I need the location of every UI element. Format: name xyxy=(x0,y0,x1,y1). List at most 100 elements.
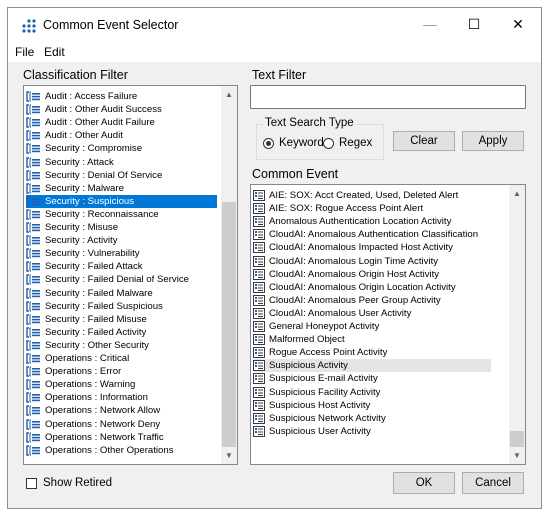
classification-item[interactable]: Security : Failed Denial of Service xyxy=(26,273,217,286)
common-event-item[interactable]: Suspicious Facility Activity xyxy=(253,386,491,399)
common-event-list[interactable]: ▲ ▼ AIE: SOX: Acct Created, Used, Delete… xyxy=(250,184,526,465)
classification-tree-icon xyxy=(26,353,40,364)
classification-item[interactable]: Operations : Warning xyxy=(26,378,217,391)
classification-item[interactable]: Operations : Network Allow xyxy=(26,404,217,417)
classification-item[interactable]: Operations : Error xyxy=(26,365,217,378)
classification-item-label: Security : Failed Malware xyxy=(45,287,153,299)
common-event-item[interactable]: CloudAI: Anomalous Impacted Host Activit… xyxy=(253,241,491,254)
classification-filter-list[interactable]: ▲ ▼ Audit : Access Failure Audit : Other … xyxy=(23,85,238,465)
classification-item-label: Security : Failed Activity xyxy=(45,326,147,338)
classification-item-label: Audit : Access Failure xyxy=(45,91,138,102)
classification-item[interactable]: Security : Reconnaissance xyxy=(26,208,217,221)
classification-item[interactable]: Security : Failed Activity xyxy=(26,326,217,339)
text-search-type-group: Text Search Type Keyword Regex xyxy=(256,117,384,160)
close-button[interactable]: ✕ xyxy=(496,8,540,40)
common-event-item[interactable]: Rogue Access Point Activity xyxy=(253,346,491,359)
classification-item[interactable]: Security : Failed Suspicious xyxy=(26,300,217,313)
regex-radio[interactable]: Regex xyxy=(323,137,372,149)
common-event-label: Common Event xyxy=(252,167,339,181)
classification-item-label: Security : Vulnerability xyxy=(45,248,140,260)
classification-item[interactable]: Security : Compromise xyxy=(26,142,217,155)
common-event-item[interactable]: AIE: SOX: Rogue Access Point Alert xyxy=(253,202,491,215)
common-event-item[interactable]: CloudAI: Anomalous Authentication Classi… xyxy=(253,228,491,241)
classification-item[interactable]: Security : Denial Of Service xyxy=(26,169,217,182)
clear-button[interactable]: Clear xyxy=(393,131,455,151)
classification-item[interactable]: Security : Malware xyxy=(26,182,217,195)
cancel-button[interactable]: Cancel xyxy=(462,472,524,494)
common-event-item[interactable]: Suspicious Activity xyxy=(253,359,491,373)
common-event-item-label: Suspicious Activity xyxy=(269,360,348,372)
scroll-down-icon[interactable]: ▼ xyxy=(221,447,237,464)
classification-item-label: Security : Denial Of Service xyxy=(45,169,163,181)
classification-tree-icon xyxy=(26,261,40,272)
scroll-up-icon[interactable]: ▲ xyxy=(221,86,237,103)
event-document-icon xyxy=(253,425,265,437)
event-document-icon xyxy=(253,360,265,372)
common-event-item[interactable]: Suspicious User Activity xyxy=(253,425,491,438)
classification-item[interactable]: Audit : Other Audit Failure xyxy=(26,116,217,129)
common-event-item[interactable]: CloudAI: Anomalous Origin Host Activity xyxy=(253,268,491,281)
scroll-thumb[interactable] xyxy=(510,431,524,447)
classification-item[interactable]: Operations : Network Traffic xyxy=(26,431,217,444)
scroll-up-icon[interactable]: ▲ xyxy=(509,185,525,202)
classification-item[interactable]: Security : Failed Attack xyxy=(26,260,217,273)
common-event-item[interactable]: CloudAI: Anomalous Peer Group Activity xyxy=(253,294,491,307)
common-event-item-label: Suspicious User Activity xyxy=(269,425,371,437)
classification-item-label: Security : Attack xyxy=(45,156,114,168)
classification-item[interactable]: Security : Other Security xyxy=(26,339,217,352)
common-event-item-label: Suspicious Network Activity xyxy=(269,412,386,424)
scroll-thumb[interactable] xyxy=(222,202,236,447)
scroll-down-icon[interactable]: ▼ xyxy=(509,447,525,464)
show-retired-checkbox[interactable]: Show Retired xyxy=(26,477,112,489)
common-event-item[interactable]: Suspicious Network Activity xyxy=(253,412,491,425)
common-event-item[interactable]: Malformed Object xyxy=(253,333,491,346)
keyword-radio[interactable]: Keyword xyxy=(263,137,324,149)
common-event-item[interactable]: Suspicious E-mail Activity xyxy=(253,372,491,385)
classification-item[interactable]: Operations : Other Operations xyxy=(26,444,217,457)
menu-edit[interactable]: Edit xyxy=(44,45,65,59)
classification-item[interactable]: Security : Suspicious xyxy=(26,194,217,208)
common-event-item[interactable]: CloudAI: Anomalous Origin Location Activ… xyxy=(253,281,491,294)
common-event-item-label: Suspicious Host Activity xyxy=(269,399,371,411)
classification-item[interactable]: Operations : Information xyxy=(26,391,217,404)
event-document-icon xyxy=(253,321,265,332)
regex-radio-label: Regex xyxy=(339,137,373,149)
classification-item[interactable]: Audit : Other Audit xyxy=(26,129,217,142)
common-event-item[interactable]: Suspicious Host Activity xyxy=(253,399,491,412)
classification-item[interactable]: Operations : Network Deny xyxy=(26,418,217,431)
minimize-button[interactable]: — xyxy=(408,8,452,40)
menu-file[interactable]: File xyxy=(15,45,34,59)
apply-button[interactable]: Apply xyxy=(462,131,524,151)
common-event-item-label: CloudAI: Anomalous Origin Location Activ… xyxy=(269,281,456,293)
classification-item[interactable]: Security : Failed Misuse xyxy=(26,313,217,326)
classification-item[interactable]: Security : Activity xyxy=(26,234,217,247)
text-filter-label: Text Filter xyxy=(252,68,307,82)
classification-item[interactable]: Audit : Access Failure xyxy=(26,90,217,103)
event-document-icon xyxy=(253,294,265,306)
classification-item[interactable]: Security : Misuse xyxy=(26,221,217,234)
classification-item[interactable]: Operations : Critical xyxy=(26,352,217,365)
common-event-item[interactable]: Anomalous Authentication Location Activi… xyxy=(253,215,491,228)
classification-scrollbar[interactable]: ▲ ▼ xyxy=(221,86,237,464)
event-document-icon xyxy=(253,229,265,241)
common-event-scrollbar[interactable]: ▲ ▼ xyxy=(509,185,525,464)
classification-item[interactable]: Security : Vulnerability xyxy=(26,247,217,260)
window-title: Common Event Selector xyxy=(43,18,179,32)
classification-item[interactable]: Security : Failed Malware xyxy=(26,287,217,300)
classification-item-label: Operations : Other Operations xyxy=(45,444,174,456)
common-event-item[interactable]: General Honeypot Activity xyxy=(253,320,491,333)
common-event-item[interactable]: CloudAI: Anomalous User Activity xyxy=(253,307,491,320)
common-event-item-label: CloudAI: Anomalous Peer Group Activity xyxy=(269,294,441,306)
common-event-item[interactable]: AIE: SOX: Acct Created, Used, Deleted Al… xyxy=(253,189,491,202)
classification-tree-icon xyxy=(26,287,40,299)
classification-tree-icon xyxy=(26,143,40,155)
common-event-item[interactable]: CloudAI: Anomalous Login Time Activity xyxy=(253,255,491,268)
text-filter-input[interactable] xyxy=(250,85,526,109)
classification-item[interactable]: Audit : Other Audit Success xyxy=(26,103,217,116)
ok-button[interactable]: OK xyxy=(393,472,455,494)
maximize-button[interactable]: ☐ xyxy=(452,8,496,40)
common-event-item-label: General Honeypot Activity xyxy=(269,321,380,332)
classification-item[interactable]: Security : Attack xyxy=(26,156,217,169)
classification-tree-icon xyxy=(26,366,40,377)
classification-tree-icon xyxy=(26,248,40,259)
